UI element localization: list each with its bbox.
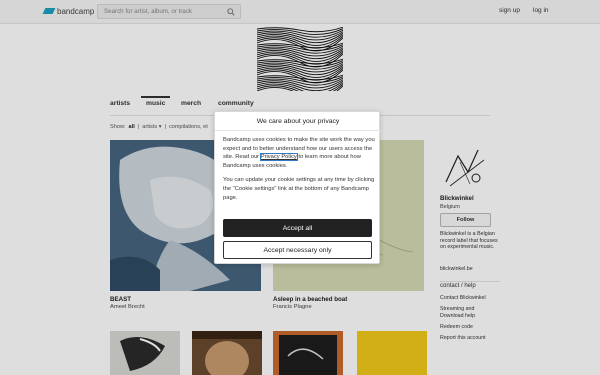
accept-all-button[interactable]: Accept all [223, 219, 372, 237]
cookie-consent-dialog: We care about your privacy Bandcamp uses… [214, 111, 381, 264]
dialog-title: We care about your privacy [215, 112, 381, 131]
dialog-body: Bandcamp uses cookies to make the site w… [223, 136, 375, 208]
privacy-policy-link[interactable]: Privacy Policy [259, 153, 298, 162]
cookie-explanation: Bandcamp uses cookies to make the site w… [223, 137, 375, 169]
cookie-settings-note: You can update your cookie settings at a… [223, 177, 375, 201]
accept-necessary-button[interactable]: Accept necessary only [223, 241, 372, 259]
